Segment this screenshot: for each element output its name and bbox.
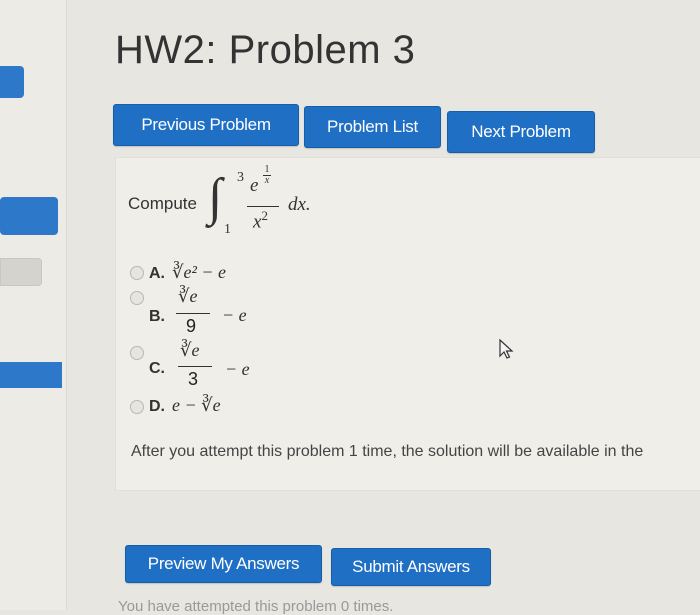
option-b-label: B. <box>149 308 165 325</box>
integral-symbol: ∫ <box>208 169 223 226</box>
problem-panel <box>115 157 700 491</box>
option-a-radio[interactable] <box>130 266 144 280</box>
preview-answers-button[interactable]: Preview My Answers <box>125 545 322 583</box>
solution-availability-note: After you attempt this problem 1 time, t… <box>131 443 644 460</box>
option-a-expression: ∛e² − e <box>172 262 226 282</box>
exponent-numerator: 1 <box>264 164 270 175</box>
left-sidebar <box>0 0 67 610</box>
option-b-denominator: 9 <box>186 316 197 336</box>
option-d-radio[interactable] <box>130 400 144 414</box>
option-d-label: D. <box>149 398 165 415</box>
integrand-denominator: x2 <box>253 208 268 233</box>
option-d-expression: e − ∛e <box>172 395 221 415</box>
option-c-denominator: 3 <box>188 369 199 389</box>
page-title: HW2: Problem 3 <box>115 28 416 72</box>
sidebar-tab[interactable] <box>0 362 62 388</box>
option-c-tail: − e <box>225 359 250 379</box>
problem-list-button[interactable]: Problem List <box>304 106 441 148</box>
integral-lower-limit: 1 <box>224 222 231 237</box>
option-c-radio[interactable] <box>130 346 144 360</box>
option-b-tail: − e <box>222 305 247 325</box>
option-c-numerator: ∛e <box>180 340 200 360</box>
previous-problem-button[interactable]: Previous Problem <box>113 104 299 146</box>
option-c-fraction-bar <box>178 366 212 367</box>
exponent-denominator: x <box>264 175 270 186</box>
differential: dx. <box>288 194 311 215</box>
sidebar-tab[interactable] <box>0 197 58 235</box>
integrand-fraction-bar <box>247 206 279 207</box>
problem-prompt: Compute <box>128 194 197 213</box>
option-b-radio[interactable] <box>130 291 144 305</box>
option-b-fraction-bar <box>176 313 210 314</box>
sidebar-tab[interactable] <box>0 258 42 286</box>
option-b-numerator: ∛e <box>178 286 198 306</box>
mouse-pointer-icon <box>499 338 514 359</box>
sidebar-tab[interactable] <box>0 66 24 98</box>
option-c-label: C. <box>149 360 165 377</box>
integral-upper-limit: 3 <box>237 170 244 185</box>
integrand-exponent: 1 x <box>263 164 271 186</box>
attempts-note: You have attempted this problem 0 times. <box>118 598 394 615</box>
submit-answers-button[interactable]: Submit Answers <box>331 548 491 586</box>
option-a-label: A. <box>149 265 165 282</box>
integrand-base: e <box>250 175 259 196</box>
denominator-power: 2 <box>261 208 268 223</box>
next-problem-button[interactable]: Next Problem <box>447 111 595 153</box>
